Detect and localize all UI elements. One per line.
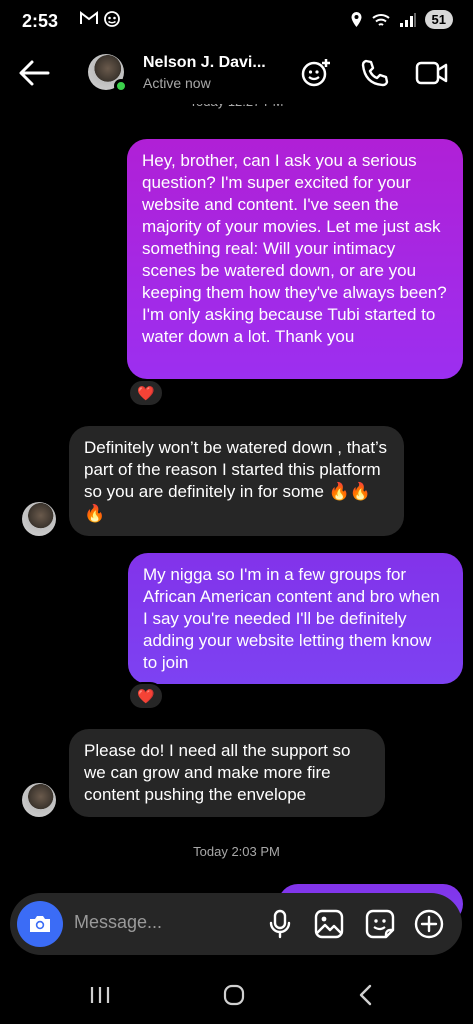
contact-name[interactable]: Nelson J. Davi... xyxy=(143,54,266,72)
online-indicator xyxy=(114,79,128,93)
effects-icon xyxy=(301,59,330,87)
gallery-button[interactable] xyxy=(312,907,346,941)
chat-header: Nelson J. Davi... Active now xyxy=(0,44,473,104)
effects-button[interactable] xyxy=(298,56,334,90)
plus-circle-icon xyxy=(414,909,444,939)
home-button[interactable] xyxy=(214,980,254,1010)
signal-icon xyxy=(399,12,416,27)
video-camera-icon xyxy=(415,61,448,85)
gmail-icon xyxy=(80,11,98,24)
message-text: Hey, brother, can I ask you a serious qu… xyxy=(142,151,447,346)
status-time: 2:53 xyxy=(22,11,59,31)
status-right-icons: 51 xyxy=(350,10,453,29)
home-icon xyxy=(223,984,245,1006)
message-input[interactable] xyxy=(74,912,254,933)
message-text: Please do! I need all the support so we … xyxy=(84,741,351,804)
heart-reaction-icon: ❤️ xyxy=(137,384,155,401)
timestamp: Today 2:03 PM xyxy=(193,844,280,859)
battery-indicator: 51 xyxy=(424,10,453,29)
more-actions-button[interactable] xyxy=(412,907,446,941)
message-text: Definitely won’t be watered down , that’… xyxy=(84,438,388,523)
voice-message-button[interactable] xyxy=(263,907,297,941)
sticker-icon xyxy=(365,909,395,939)
message-composer xyxy=(10,893,462,955)
received-message[interactable]: Please do! I need all the support so we … xyxy=(69,729,385,817)
sent-message[interactable]: Hey, brother, can I ask you a serious qu… xyxy=(127,139,463,379)
location-icon xyxy=(351,12,362,27)
wifi-icon xyxy=(371,13,390,26)
system-navigation-bar xyxy=(0,970,473,1024)
back-arrow-icon xyxy=(19,60,50,86)
heart-reaction-icon: ❤️ xyxy=(137,687,155,704)
received-message[interactable]: Definitely won’t be watered down , that’… xyxy=(69,426,404,536)
message-reaction[interactable]: ❤️ xyxy=(128,379,164,407)
contact-message-avatar[interactable] xyxy=(22,502,56,536)
camera-icon xyxy=(30,916,50,932)
message-reaction[interactable]: ❤️ xyxy=(128,682,164,710)
image-icon xyxy=(314,909,344,939)
recent-apps-button[interactable] xyxy=(80,980,120,1010)
contact-message-avatar[interactable] xyxy=(22,783,56,817)
phone-icon xyxy=(361,59,389,87)
status-bar: 2:53 51 xyxy=(0,0,473,44)
contact-avatar[interactable] xyxy=(88,54,128,93)
microphone-icon xyxy=(269,909,291,939)
chevron-left-icon xyxy=(359,984,372,1006)
camera-button[interactable] xyxy=(17,901,63,947)
video-call-button[interactable] xyxy=(414,56,450,90)
app-icon xyxy=(104,11,120,27)
message-text: My nigga so I'm in a few groups for Afri… xyxy=(143,565,440,672)
status-notification-icons xyxy=(80,11,120,27)
voice-call-button[interactable] xyxy=(356,56,392,90)
contact-status: Active now xyxy=(143,75,211,91)
recent-apps-icon xyxy=(90,987,110,1003)
sticker-button[interactable] xyxy=(363,907,397,941)
back-button[interactable] xyxy=(18,58,52,88)
sent-message[interactable]: My nigga so I'm in a few groups for Afri… xyxy=(128,553,463,684)
system-back-button[interactable] xyxy=(346,980,386,1010)
